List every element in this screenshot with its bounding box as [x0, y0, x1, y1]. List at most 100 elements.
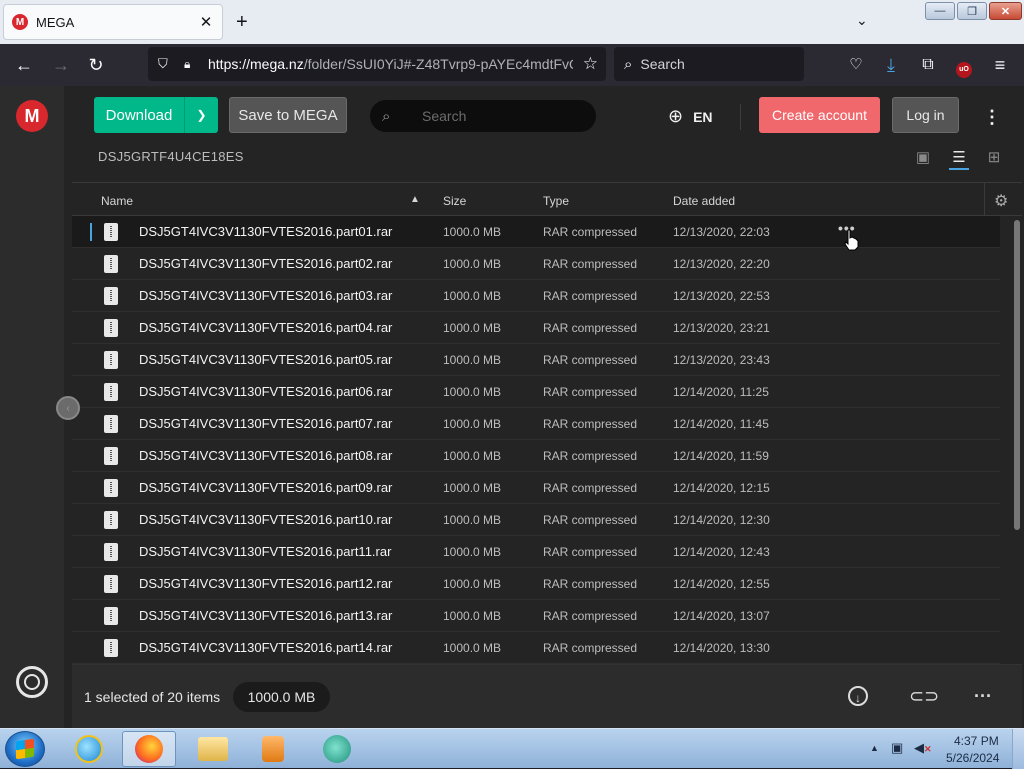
- bookmark-star-icon[interactable]: ☆: [583, 54, 598, 74]
- file-type: RAR compressed: [543, 385, 638, 399]
- sidebar-toggle-handle[interactable]: ‹: [56, 396, 80, 420]
- table-row[interactable]: DSJ5GT4IVC3V1130FVTES2016.part13.rar 1000…: [72, 600, 1000, 632]
- mega-logo-icon[interactable]: M: [16, 100, 48, 132]
- table-row[interactable]: DSJ5GT4IVC3V1130FVTES2016.part03.rar 1000…: [72, 280, 1000, 312]
- table-row[interactable]: DSJ5GT4IVC3V1130FVTES2016.part06.rar 1000…: [72, 376, 1000, 408]
- maximize-window-button[interactable]: ❐: [957, 2, 987, 20]
- file-name[interactable]: DSJ5GT4IVC3V1130FVTES2016.part11.rar: [139, 544, 391, 559]
- column-header-type[interactable]: Type: [543, 194, 569, 208]
- rar-file-icon: [104, 319, 118, 337]
- selection-footer: 1 selected of 20 items 1000.0 MB ↓ ⊂⊃ ··…: [72, 664, 1022, 728]
- network-icon[interactable]: ▣: [891, 740, 903, 756]
- more-options-icon[interactable]: ⋮: [982, 104, 1002, 130]
- table-row[interactable]: DSJ5GT4IVC3V1130FVTES2016.part14.rar 1000…: [72, 632, 1000, 664]
- browser-search-bar[interactable]: ⌕ Search: [614, 47, 804, 81]
- firefox-taskbar-icon[interactable]: [122, 731, 176, 767]
- start-button[interactable]: [5, 731, 45, 767]
- thumbnail-view-icon[interactable]: ▣: [913, 148, 933, 168]
- language-selector[interactable]: ⊕ EN: [668, 106, 713, 127]
- app-taskbar-icon[interactable]: [310, 731, 364, 767]
- table-row[interactable]: DSJ5GT4IVC3V1130FVTES2016.part11.rar 1000…: [72, 536, 1000, 568]
- more-horizontal-icon[interactable]: ···: [971, 684, 995, 708]
- file-type: RAR compressed: [543, 257, 638, 271]
- file-name[interactable]: DSJ5GT4IVC3V1130FVTES2016.part03.rar: [139, 288, 392, 303]
- link-icon[interactable]: ⊂⊃: [909, 684, 939, 708]
- rar-file-icon: [104, 223, 118, 241]
- language-code: EN: [693, 108, 713, 125]
- file-size: 1000.0 MB: [443, 545, 502, 559]
- media-player-taskbar-icon[interactable]: [246, 731, 300, 767]
- file-name[interactable]: DSJ5GT4IVC3V1130FVTES2016.part06.rar: [139, 384, 392, 399]
- rar-file-icon: [104, 447, 118, 465]
- rar-file-icon: [104, 415, 118, 433]
- close-tab-icon[interactable]: ✕: [198, 13, 214, 31]
- file-name[interactable]: DSJ5GT4IVC3V1130FVTES2016.part12.rar: [139, 576, 392, 591]
- file-explorer-taskbar-icon[interactable]: [186, 731, 240, 767]
- tracking-shield-icon[interactable]: ⛉: [158, 56, 174, 72]
- table-row[interactable]: DSJ5GT4IVC3V1130FVTES2016.part04.rar 1000…: [72, 312, 1000, 344]
- file-name[interactable]: DSJ5GT4IVC3V1130FVTES2016.part08.rar: [139, 448, 392, 463]
- file-name[interactable]: DSJ5GT4IVC3V1130FVTES2016.part02.rar: [139, 256, 392, 271]
- table-row[interactable]: DSJ5GT4IVC3V1130FVTES2016.part08.rar 1000…: [72, 440, 1000, 472]
- login-button[interactable]: Log in: [892, 97, 959, 133]
- search-input[interactable]: ⌕ Search: [370, 100, 596, 132]
- extensions-icon[interactable]: ⧉: [917, 54, 939, 76]
- file-name[interactable]: DSJ5GT4IVC3V1130FVTES2016.part10.rar: [139, 512, 392, 527]
- clock-date[interactable]: 5/26/2024: [946, 751, 999, 765]
- save-to-mega-button[interactable]: Save to MEGA: [229, 97, 347, 133]
- file-type: RAR compressed: [543, 481, 638, 495]
- table-row[interactable]: DSJ5GT4IVC3V1130FVTES2016.part07.rar 1000…: [72, 408, 1000, 440]
- ublock-extension-icon[interactable]: uO: [953, 54, 975, 78]
- download-button[interactable]: Download ❯: [94, 97, 218, 133]
- table-row[interactable]: DSJ5GT4IVC3V1130FVTES2016.part09.rar 1000…: [72, 472, 1000, 504]
- hamburger-menu-icon[interactable]: ≡: [989, 54, 1011, 76]
- forward-arrow-icon[interactable]: →: [50, 54, 72, 76]
- download-icon[interactable]: ↓: [848, 686, 868, 706]
- column-header-size[interactable]: Size: [443, 194, 466, 208]
- internet-explorer-taskbar-icon[interactable]: [62, 731, 116, 767]
- file-type: RAR compressed: [543, 353, 638, 367]
- file-name[interactable]: DSJ5GT4IVC3V1130FVTES2016.part01.rar: [139, 224, 392, 239]
- minimize-window-button[interactable]: —: [925, 2, 955, 20]
- url-text[interactable]: https://mega.nz/folder/SsUI0YiJ#-Z48Tvrp…: [208, 56, 573, 72]
- column-header-date[interactable]: Date added: [673, 194, 735, 208]
- file-name[interactable]: DSJ5GT4IVC3V1130FVTES2016.part13.rar: [139, 608, 392, 623]
- url-host: https://mega.nz: [208, 56, 304, 72]
- table-row[interactable]: DSJ5GT4IVC3V1130FVTES2016.part10.rar 1000…: [72, 504, 1000, 536]
- browser-tab[interactable]: M MEGA ✕: [3, 4, 223, 40]
- gear-icon[interactable]: ⚙: [994, 191, 1008, 211]
- create-account-button[interactable]: Create account: [759, 97, 880, 133]
- file-name[interactable]: DSJ5GT4IVC3V1130FVTES2016.part04.rar: [139, 320, 392, 335]
- download-button-label[interactable]: Download: [94, 97, 184, 133]
- lock-icon[interactable]: 🔒︎: [184, 57, 198, 72]
- show-desktop-button[interactable]: [1012, 729, 1024, 769]
- table-row[interactable]: DSJ5GT4IVC3V1130FVTES2016.part02.rar 1000…: [72, 248, 1000, 280]
- windows-logo-icon: [16, 738, 34, 760]
- table-row[interactable]: DSJ5GT4IVC3V1130FVTES2016.part01.rar 1000…: [72, 216, 1000, 248]
- table-row[interactable]: DSJ5GT4IVC3V1130FVTES2016.part05.rar 1000…: [72, 344, 1000, 376]
- file-name[interactable]: DSJ5GT4IVC3V1130FVTES2016.part14.rar: [139, 640, 392, 655]
- rar-file-icon: [104, 479, 118, 497]
- sort-ascending-icon[interactable]: ▲: [410, 194, 420, 205]
- file-name[interactable]: DSJ5GT4IVC3V1130FVTES2016.part09.rar: [139, 480, 392, 495]
- reload-icon[interactable]: ↻: [85, 54, 107, 76]
- column-header-name[interactable]: Name: [101, 194, 133, 208]
- chevron-down-icon[interactable]: ❯: [185, 97, 218, 133]
- url-bar[interactable]: ⛉ 🔒︎ https://mega.nz/folder/SsUI0YiJ#-Z4…: [148, 47, 606, 81]
- scrollbar-thumb[interactable]: [1014, 220, 1020, 530]
- close-window-button[interactable]: ✕: [989, 2, 1022, 20]
- table-row[interactable]: DSJ5GT4IVC3V1130FVTES2016.part12.rar 1000…: [72, 568, 1000, 600]
- new-tab-icon[interactable]: +: [236, 12, 248, 32]
- mega-sync-icon[interactable]: [16, 666, 48, 698]
- volume-icon[interactable]: ◀: [914, 740, 924, 756]
- back-arrow-icon[interactable]: ←: [13, 54, 35, 76]
- pocket-icon[interactable]: ♡: [845, 54, 867, 76]
- file-name[interactable]: DSJ5GT4IVC3V1130FVTES2016.part07.rar: [139, 416, 392, 431]
- downloads-icon[interactable]: ⤓: [880, 54, 902, 76]
- tray-expand-icon[interactable]: ▲: [870, 743, 879, 753]
- file-name[interactable]: DSJ5GT4IVC3V1130FVTES2016.part05.rar: [139, 352, 392, 367]
- grid-view-icon[interactable]: ⊞: [984, 148, 1004, 168]
- chevron-down-icon[interactable]: ⌄: [856, 12, 868, 29]
- clock-time[interactable]: 4:37 PM: [954, 734, 999, 748]
- list-view-icon[interactable]: ☰: [949, 148, 969, 170]
